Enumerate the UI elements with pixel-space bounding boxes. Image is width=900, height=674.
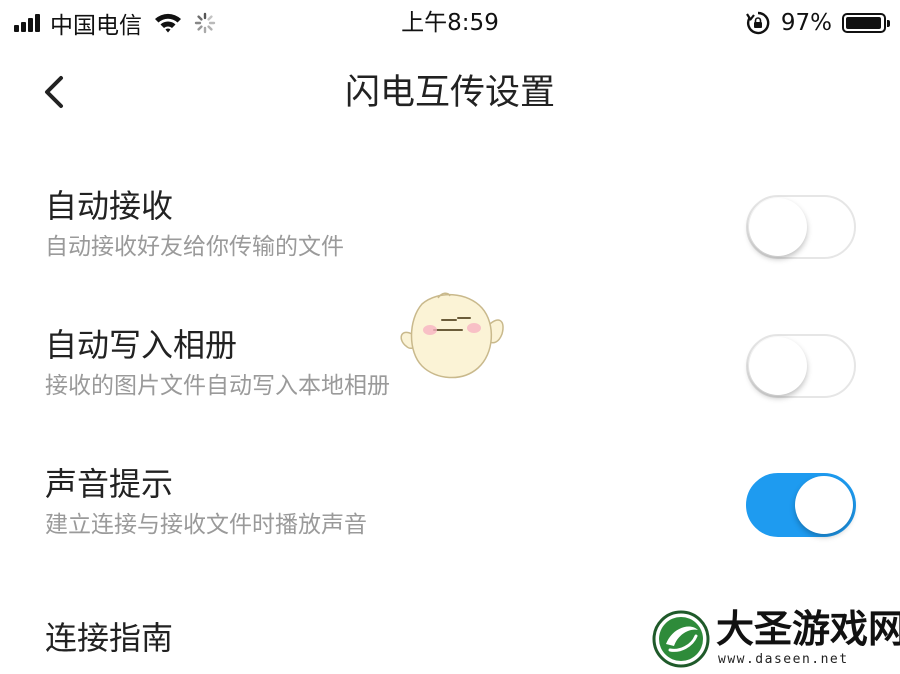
setting-title: 自动接收 (45, 187, 174, 225)
toggle-knob (749, 337, 807, 395)
setting-description: 建立连接与接收文件时播放声音 (45, 512, 367, 538)
battery-level-fill (846, 17, 881, 29)
auto-receive-toggle[interactable] (746, 195, 856, 259)
status-bar: 中国电信 上午8:59 97% (0, 0, 900, 46)
status-bar-right: 97% (745, 8, 890, 38)
toggle-knob (795, 476, 853, 534)
navigation-bar: 闪电互传设置 (0, 56, 900, 130)
setting-row-sound-alert: 声音提示 建立连接与接收文件时播放声音 (0, 462, 900, 572)
setting-title: 声音提示 (45, 465, 174, 503)
site-url: www.daseen.net (718, 652, 849, 667)
setting-description: 自动接收好友给你传输的文件 (45, 234, 344, 260)
site-watermark: 大圣游戏网 www.daseen.net (652, 606, 900, 670)
connection-guide-label: 连接指南 (45, 619, 174, 657)
site-logo-icon (652, 610, 710, 668)
setting-description: 接收的图片文件自动写入本地相册 (45, 373, 390, 399)
setting-title: 自动写入相册 (45, 326, 238, 364)
battery-nub (887, 20, 890, 27)
setting-row-auto-receive: 自动接收 自动接收好友给你传输的文件 (0, 184, 900, 294)
site-name: 大圣游戏网 (716, 606, 900, 651)
mascot-icon (400, 292, 504, 379)
rotation-lock-icon (745, 11, 770, 35)
page-title: 闪电互传设置 (344, 73, 555, 113)
battery-icon (842, 13, 890, 33)
chevron-left-icon (45, 76, 63, 108)
auto-save-album-toggle[interactable] (746, 334, 856, 398)
toggle-knob (749, 198, 807, 256)
battery-percent: 97% (780, 10, 832, 36)
back-button[interactable] (32, 70, 76, 114)
sound-alert-toggle[interactable] (746, 473, 856, 537)
